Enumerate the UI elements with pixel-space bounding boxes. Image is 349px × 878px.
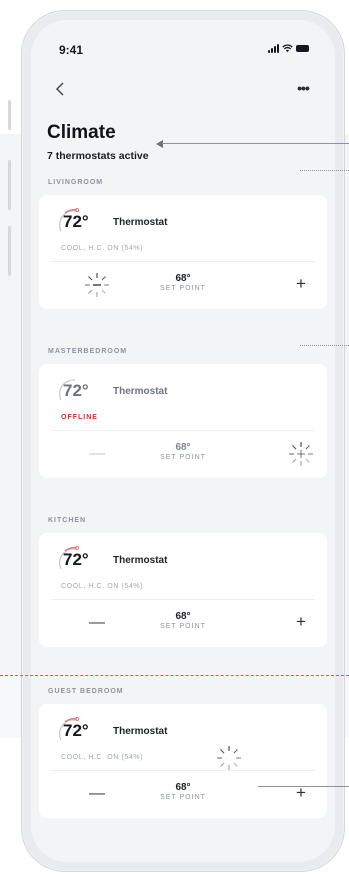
battery-icon xyxy=(296,45,309,52)
side-tick xyxy=(8,100,11,130)
setpoint-label: SET POINT xyxy=(160,623,206,630)
fold-guide-dashed-line xyxy=(0,675,349,676)
setpoint-value: 68° xyxy=(175,611,191,622)
phone-screen: 9:41 ••• Climate 7 thermostats active LI… xyxy=(31,20,335,862)
more-button[interactable]: ••• xyxy=(293,78,313,98)
section-label-livingroom: LIVINGROOM xyxy=(48,179,104,186)
card-divider xyxy=(51,261,315,262)
setpoint: 68° SET POINT xyxy=(39,273,327,292)
current-temperature: 72° xyxy=(63,550,89,569)
side-tick xyxy=(8,226,11,276)
thermostat-status: COOL, H.C. ON (54%) xyxy=(61,583,144,590)
page-title: Climate xyxy=(47,122,116,143)
thermostat-name: Thermostat xyxy=(113,217,168,228)
setpoint-label: SET POINT xyxy=(160,794,206,801)
chevron-left-icon[interactable] xyxy=(55,80,75,100)
setpoint-label: SET POINT xyxy=(160,454,206,461)
setpoint: 68° SET POINT xyxy=(39,442,327,461)
thermostat-card-masterbedroom[interactable]: 72° Thermostat OFFLINE — 68° SET POINT xyxy=(39,364,327,478)
annotation-dotted-line xyxy=(300,170,349,171)
annotation-arrowhead xyxy=(156,140,163,148)
section-label-masterbedroom: MASTERBEDROOM xyxy=(48,348,128,355)
annotation-dotted-line xyxy=(300,345,349,346)
thermostat-card-guest-bedroom[interactable]: 72° Thermostat COOL, H.C. ON (54%) — 68° xyxy=(39,704,327,818)
thermostat-status: COOL, H.C. ON (54%) xyxy=(61,754,144,761)
card-divider xyxy=(51,770,315,771)
section-label-guest-bedroom: GUEST BEDROOM xyxy=(48,688,124,695)
annotation-line xyxy=(258,786,349,787)
increase-setpoint-button[interactable]: + xyxy=(289,611,313,633)
setpoint-value: 68° xyxy=(175,442,191,453)
signal-icon xyxy=(268,44,279,53)
current-temperature: 72° xyxy=(63,381,89,400)
thermostat-status: COOL, H.C. ON (54%) xyxy=(61,245,144,252)
side-tick xyxy=(8,160,11,210)
loading-spinner-icon xyxy=(289,442,313,466)
wifi-icon xyxy=(282,44,293,53)
thermostat-name: Thermostat xyxy=(113,555,168,566)
page-subtitle: 7 thermostats active xyxy=(47,150,149,162)
setpoint-value: 68° xyxy=(175,273,191,284)
current-temperature: 72° xyxy=(63,212,89,231)
card-divider xyxy=(51,599,315,600)
setpoint-label: SET POINT xyxy=(160,285,206,292)
section-label-kitchen: KITCHEN xyxy=(48,517,87,524)
setpoint: 68° SET POINT xyxy=(39,611,327,630)
setpoint-value: 68° xyxy=(175,782,191,793)
increase-setpoint-button[interactable]: + xyxy=(289,273,313,295)
current-temperature: 72° xyxy=(63,721,89,740)
phone-frame: 9:41 ••• Climate 7 thermostats active LI… xyxy=(21,10,345,872)
thermostat-status-offline: OFFLINE xyxy=(61,414,98,421)
thermostat-card-kitchen[interactable]: 72° Thermostat COOL, H.C. ON (54%) — 68°… xyxy=(39,533,327,647)
thermostat-card-livingroom[interactable]: 72° Thermostat COOL, H.C. ON (54%) 68° S… xyxy=(39,195,327,309)
status-icons xyxy=(268,44,309,53)
thermostat-name: Thermostat xyxy=(113,386,168,397)
loading-spinner-icon xyxy=(217,746,241,770)
setpoint: 68° SET POINT xyxy=(39,782,327,801)
annotation-line xyxy=(162,143,349,144)
thermostat-name: Thermostat xyxy=(113,726,168,737)
card-divider xyxy=(51,430,315,431)
status-time: 9:41 xyxy=(59,43,84,57)
